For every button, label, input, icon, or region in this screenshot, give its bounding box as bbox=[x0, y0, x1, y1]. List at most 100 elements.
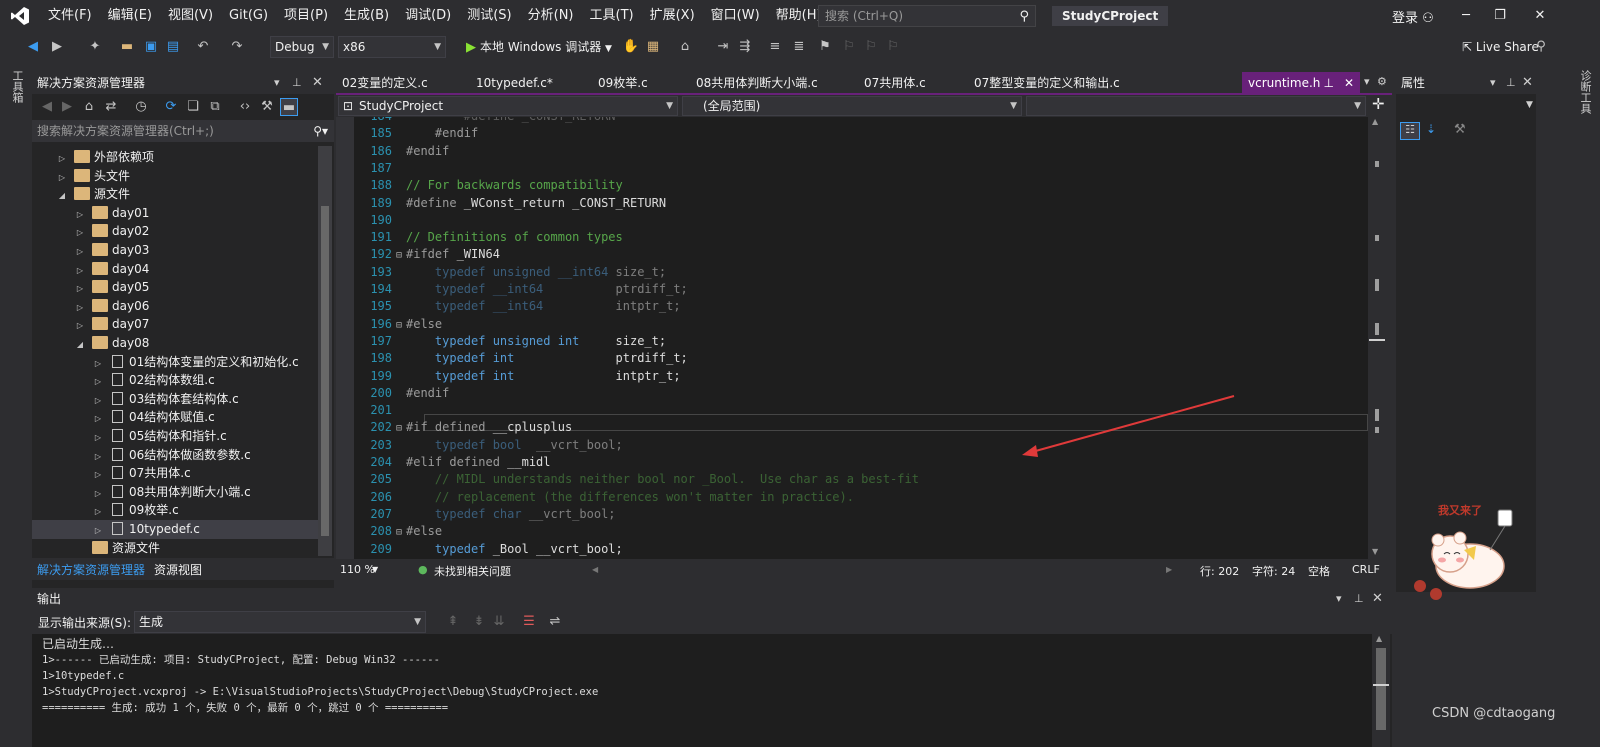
collapsed-triangle-icon[interactable]: ▷ bbox=[74, 205, 86, 224]
bookmark-icon[interactable]: ⚑ bbox=[816, 38, 834, 56]
tree-item-folder[interactable]: ▷ day05 bbox=[32, 278, 318, 297]
collapsed-triangle-icon[interactable]: ▷ bbox=[92, 447, 104, 466]
tree-item-file[interactable]: ▷ 10typedef.c bbox=[32, 520, 318, 539]
line-ending-status[interactable]: CRLF bbox=[1352, 563, 1380, 576]
alphabetical-icon[interactable]: ⇣ bbox=[1426, 122, 1436, 136]
word-wrap-icon[interactable]: ⇌ bbox=[546, 613, 564, 631]
toolbox-tab[interactable]: 工具箱 bbox=[9, 70, 25, 103]
view-icon[interactable]: ⌂ bbox=[676, 38, 694, 56]
tree-item-folder[interactable]: ▷ 外部依赖项 bbox=[32, 148, 318, 167]
scroll-up-icon[interactable]: ▲ bbox=[1372, 117, 1378, 126]
scroll-down-icon[interactable]: ▼ bbox=[1372, 547, 1378, 556]
next-bookmark-icon[interactable]: ⚐ bbox=[862, 38, 880, 56]
platform-dropdown[interactable]: x86 ▼ bbox=[338, 36, 446, 58]
diagnostic-tools-tab[interactable]: 诊断工具 bbox=[1577, 70, 1593, 114]
feedback-icon[interactable]: ⚲ bbox=[1532, 38, 1550, 56]
show-all-files-icon[interactable]: ⧉ bbox=[206, 98, 224, 116]
project-nav-dropdown[interactable]: ⊡ StudyCProject ▼ bbox=[338, 96, 678, 116]
menu-item[interactable]: 编辑(E) bbox=[100, 0, 160, 32]
collapsed-triangle-icon[interactable]: ▷ bbox=[92, 409, 104, 428]
collapse-region-icon[interactable]: ⊟ bbox=[392, 250, 406, 261]
clear-all-icon[interactable]: ☰ bbox=[520, 613, 538, 631]
tree-item-file[interactable]: ▷ 08共用体判断大小端.c bbox=[32, 483, 318, 502]
tree-item-folder[interactable]: ▷ 头文件 bbox=[32, 167, 318, 186]
zoom-level[interactable]: 110 % bbox=[340, 563, 375, 576]
home-icon[interactable]: ⌂ bbox=[80, 98, 98, 116]
new-project-icon[interactable]: ✦ bbox=[86, 38, 104, 56]
split-icon[interactable]: ✛ bbox=[1372, 95, 1385, 113]
properties-wrench-icon[interactable]: ⚒ bbox=[258, 98, 276, 116]
open-folder-icon[interactable]: ▬ bbox=[118, 38, 136, 56]
collapse-region-icon[interactable]: ⊟ bbox=[392, 527, 406, 538]
editor-scrollbar[interactable]: ▲ ▼ bbox=[1368, 117, 1386, 559]
tab-doc[interactable]: 02变量的定义.c bbox=[342, 72, 428, 94]
menu-item[interactable]: Git(G) bbox=[221, 0, 276, 32]
pin-icon[interactable]: ⊥ bbox=[1324, 72, 1334, 94]
hot-reload-icon[interactable]: ✋ bbox=[622, 38, 640, 56]
tree-item-folder[interactable]: ◢ day08 bbox=[32, 334, 318, 353]
issues-status[interactable]: 未找到相关问题 bbox=[434, 563, 511, 579]
search-input[interactable]: 搜索 (Ctrl+Q) ⚲ bbox=[818, 5, 1036, 27]
tree-item-folder[interactable]: ▷ day01 bbox=[32, 204, 318, 223]
collapse-all-icon[interactable]: ❏ bbox=[184, 98, 202, 116]
live-share-button[interactable]: ⇱ Live Share bbox=[1462, 40, 1539, 54]
collapsed-triangle-icon[interactable]: ▷ bbox=[74, 316, 86, 335]
preview-icon[interactable]: ▬ bbox=[280, 98, 298, 116]
back-icon[interactable]: ◀ bbox=[38, 98, 56, 116]
step-icon[interactable]: ⇥ bbox=[714, 38, 732, 56]
dropdown-icon[interactable]: ▾ bbox=[274, 72, 280, 94]
forward-icon[interactable]: ▶ bbox=[48, 38, 66, 56]
menu-item[interactable]: 分析(N) bbox=[520, 0, 582, 32]
property-pages-wrench-icon[interactable]: ⚒ bbox=[1454, 122, 1466, 137]
collapsed-triangle-icon[interactable]: ▷ bbox=[92, 521, 104, 540]
close-tab-icon[interactable]: ✕ bbox=[1344, 72, 1354, 94]
chevron-down-icon[interactable]: ▼ bbox=[372, 565, 378, 574]
tab-doc[interactable]: 09枚举.c bbox=[598, 72, 648, 94]
find-icon[interactable]: ⇊ bbox=[490, 613, 508, 631]
tab-solution-explorer[interactable]: 解决方案资源管理器 bbox=[37, 561, 145, 578]
menu-item[interactable]: 生成(B) bbox=[336, 0, 397, 32]
login-link[interactable]: 登录 ⚇ bbox=[1392, 7, 1434, 26]
dropdown-icon[interactable]: ▾ bbox=[1336, 588, 1342, 610]
collapsed-triangle-icon[interactable]: ▷ bbox=[74, 223, 86, 242]
uncomment-icon[interactable]: ≣ bbox=[790, 38, 808, 56]
tab-resource-view[interactable]: 资源视图 bbox=[154, 561, 202, 578]
categorized-icon[interactable]: ☷ bbox=[1400, 122, 1420, 140]
collapsed-triangle-icon[interactable]: ▷ bbox=[92, 465, 104, 484]
chevron-down-icon[interactable]: ▼ bbox=[1526, 100, 1533, 110]
tree-item-folder[interactable]: 资源文件 bbox=[32, 539, 318, 556]
prev-bookmark-icon[interactable]: ⚐ bbox=[840, 38, 858, 56]
menu-item[interactable]: 项目(P) bbox=[276, 0, 336, 32]
whitespace-status[interactable]: 空格 bbox=[1308, 563, 1330, 579]
scrollbar-thumb[interactable] bbox=[1376, 648, 1386, 730]
menu-item[interactable]: 调试(D) bbox=[397, 0, 459, 32]
start-debugging-button[interactable]: ▶ 本地 Windows 调试器 ▼ bbox=[466, 36, 612, 58]
pin-icon[interactable]: ⊥ bbox=[1354, 588, 1364, 610]
tab-doc[interactable]: 07共用体.c bbox=[864, 72, 926, 94]
tree-item-file[interactable]: ▷ 05结构体和指针.c bbox=[32, 427, 318, 446]
sync-icon[interactable]: ⟳ bbox=[162, 98, 180, 116]
output-scrollbar[interactable]: ▲ bbox=[1372, 634, 1390, 747]
expanded-triangle-icon[interactable]: ◢ bbox=[56, 186, 68, 205]
menu-item[interactable]: 文件(F) bbox=[40, 0, 100, 32]
output-source-dropdown[interactable]: 生成 ▼ bbox=[134, 611, 426, 633]
tab-doc[interactable]: 10typedef.c* bbox=[476, 72, 553, 94]
tree-item-file[interactable]: ▷ 04结构体赋值.c bbox=[32, 408, 318, 427]
collapse-region-icon[interactable]: ⊟ bbox=[392, 320, 406, 331]
tree-item-folder[interactable]: ◢ 源文件 bbox=[32, 185, 318, 204]
tree-item-file[interactable]: ▷ 01结构体变量的定义和初始化.c bbox=[32, 353, 318, 372]
menu-item[interactable]: 视图(V) bbox=[160, 0, 221, 32]
undo-icon[interactable]: ↶ bbox=[194, 38, 212, 56]
menu-item[interactable]: 扩展(X) bbox=[642, 0, 703, 32]
minimize-icon[interactable]: ─ bbox=[1456, 6, 1476, 26]
browse-icon[interactable]: ▦ bbox=[644, 38, 662, 56]
history-icon[interactable]: ◷ bbox=[132, 98, 150, 116]
clear-bookmark-icon[interactable]: ⚐ bbox=[884, 38, 902, 56]
menu-item[interactable]: 测试(S) bbox=[459, 0, 519, 32]
close-window-icon[interactable]: ✕ bbox=[1530, 6, 1550, 26]
code-icon[interactable]: ‹› bbox=[236, 98, 254, 116]
pin-icon[interactable]: ⊥ bbox=[1506, 72, 1516, 94]
goto-prev-icon[interactable]: ⇞ bbox=[444, 613, 462, 631]
scrollbar-thumb[interactable] bbox=[321, 206, 329, 536]
collapsed-triangle-icon[interactable]: ▷ bbox=[92, 391, 104, 410]
